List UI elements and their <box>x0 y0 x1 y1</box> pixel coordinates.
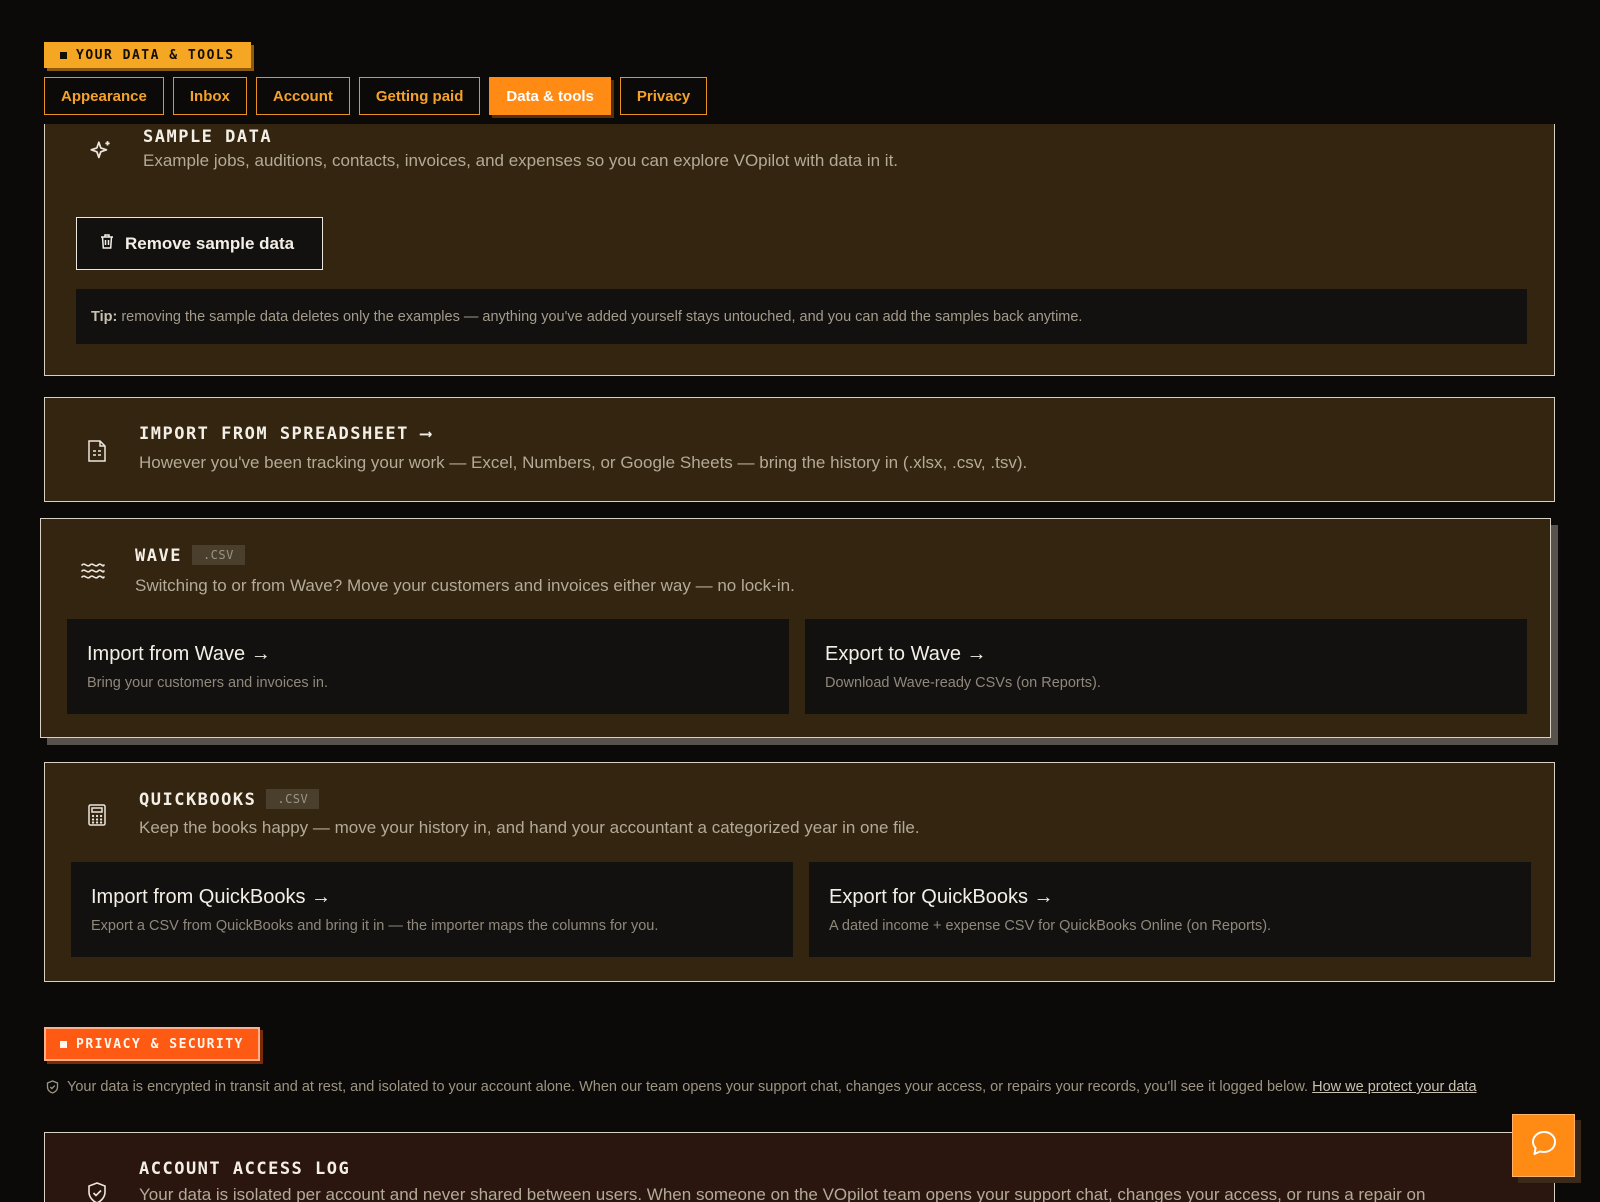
import-from-wave-link[interactable]: Import from Wave → Bring your customers … <box>67 619 789 714</box>
support-chat-button[interactable] <box>1512 1114 1575 1177</box>
quickbooks-card: QUICKBOOKS .CSV Keep the books happy — mo… <box>44 762 1555 982</box>
import-from-quickbooks-link[interactable]: Import from QuickBooks → Export a CSV fr… <box>71 862 793 957</box>
account-access-log-card: ACCOUNT ACCESS LOG Your data is isolated… <box>44 1132 1555 1202</box>
remove-sample-data-button[interactable]: Remove sample data <box>76 217 323 270</box>
action-subtitle: Export a CSV from QuickBooks and bring i… <box>91 918 659 934</box>
square-bullet-icon <box>60 51 67 59</box>
card-description: Example jobs, auditions, contacts, invoi… <box>143 151 899 170</box>
section-tag-privacy-security: PRIVACY & SECURITY <box>44 1027 260 1061</box>
tab-account[interactable]: Account <box>255 77 350 115</box>
trash-icon <box>99 233 115 255</box>
tab-privacy[interactable]: Privacy <box>619 77 708 115</box>
card-description: Keep the books happy — move your history… <box>139 818 920 837</box>
card-title: QUICKBOOKS .CSV <box>139 789 320 810</box>
action-subtitle: Download Wave-ready CSVs (on Reports). <box>825 675 1101 691</box>
action-title: Export to Wave → <box>825 643 987 665</box>
privacy-note-text: Your data is encrypted in transit and at… <box>67 1079 1313 1095</box>
tab-data-tools[interactable]: Data & tools <box>489 77 611 115</box>
sparkle-icon <box>88 139 112 163</box>
tab-appearance[interactable]: Appearance <box>44 77 164 115</box>
waves-icon <box>80 559 105 583</box>
action-subtitle: A dated income + expense CSV for QuickBo… <box>829 918 1272 934</box>
card-description: Your data is isolated per account and ne… <box>139 1185 1426 1202</box>
action-title: Import from QuickBooks → <box>91 886 332 908</box>
export-to-wave-link[interactable]: Export to Wave → Download Wave-ready CSV… <box>805 619 1527 714</box>
card-title: ACCOUNT ACCESS LOG <box>139 1159 351 1179</box>
card-title: SAMPLE DATA <box>143 127 273 147</box>
tip-box: Tip: removing the sample data deletes on… <box>76 289 1527 344</box>
chat-bubble-icon <box>1529 1128 1559 1163</box>
tab-inbox[interactable]: Inbox <box>172 77 247 115</box>
wave-title: WAVE <box>135 546 182 566</box>
section-tag-label: YOUR DATA & TOOLS <box>76 47 235 63</box>
action-title: Export for QuickBooks → <box>829 886 1054 908</box>
card-description: However you've been tracking your work —… <box>139 453 1028 472</box>
format-badge: .CSV <box>191 545 245 565</box>
action-subtitle: Bring your customers and invoices in. <box>87 675 328 691</box>
shield-check-icon <box>46 1080 59 1100</box>
square-bullet-icon <box>60 1040 67 1048</box>
card-title: WAVE .CSV <box>135 545 245 566</box>
export-for-quickbooks-link[interactable]: Export for QuickBooks → A dated income +… <box>809 862 1531 957</box>
sample-data-card: SAMPLE DATA Example jobs, auditions, con… <box>44 124 1555 376</box>
format-badge: .CSV <box>266 789 320 809</box>
tab-getting-paid[interactable]: Getting paid <box>358 77 481 115</box>
how-we-protect-link[interactable]: How we protect your data <box>1312 1079 1476 1095</box>
remove-button-label: Remove sample data <box>125 233 295 253</box>
card-title: IMPORT FROM SPREADSHEET ⟶ <box>139 424 433 444</box>
import-spreadsheet-card[interactable]: IMPORT FROM SPREADSHEET ⟶ However you've… <box>44 397 1555 502</box>
section-tag-label: PRIVACY & SECURITY <box>76 1036 244 1052</box>
calculator-icon <box>87 803 111 827</box>
wave-card: WAVE .CSV Switching to or from Wave? Move… <box>40 518 1551 738</box>
tip-text: removing the sample data deletes only th… <box>121 308 1083 325</box>
quickbooks-title: QUICKBOOKS <box>139 790 257 810</box>
section-tag-data-tools: YOUR DATA & TOOLS <box>44 42 251 68</box>
action-title: Import from Wave → <box>87 643 271 665</box>
shield-icon <box>86 1181 110 1202</box>
privacy-note: Your data is encrypted in transit and at… <box>44 1077 1564 1097</box>
card-description: Switching to or from Wave? Move your cus… <box>135 576 795 595</box>
spreadsheet-icon <box>86 439 110 463</box>
tip-label: Tip: <box>91 308 118 325</box>
settings-tabs: Appearance Inbox Account Getting paid Da… <box>44 77 708 115</box>
